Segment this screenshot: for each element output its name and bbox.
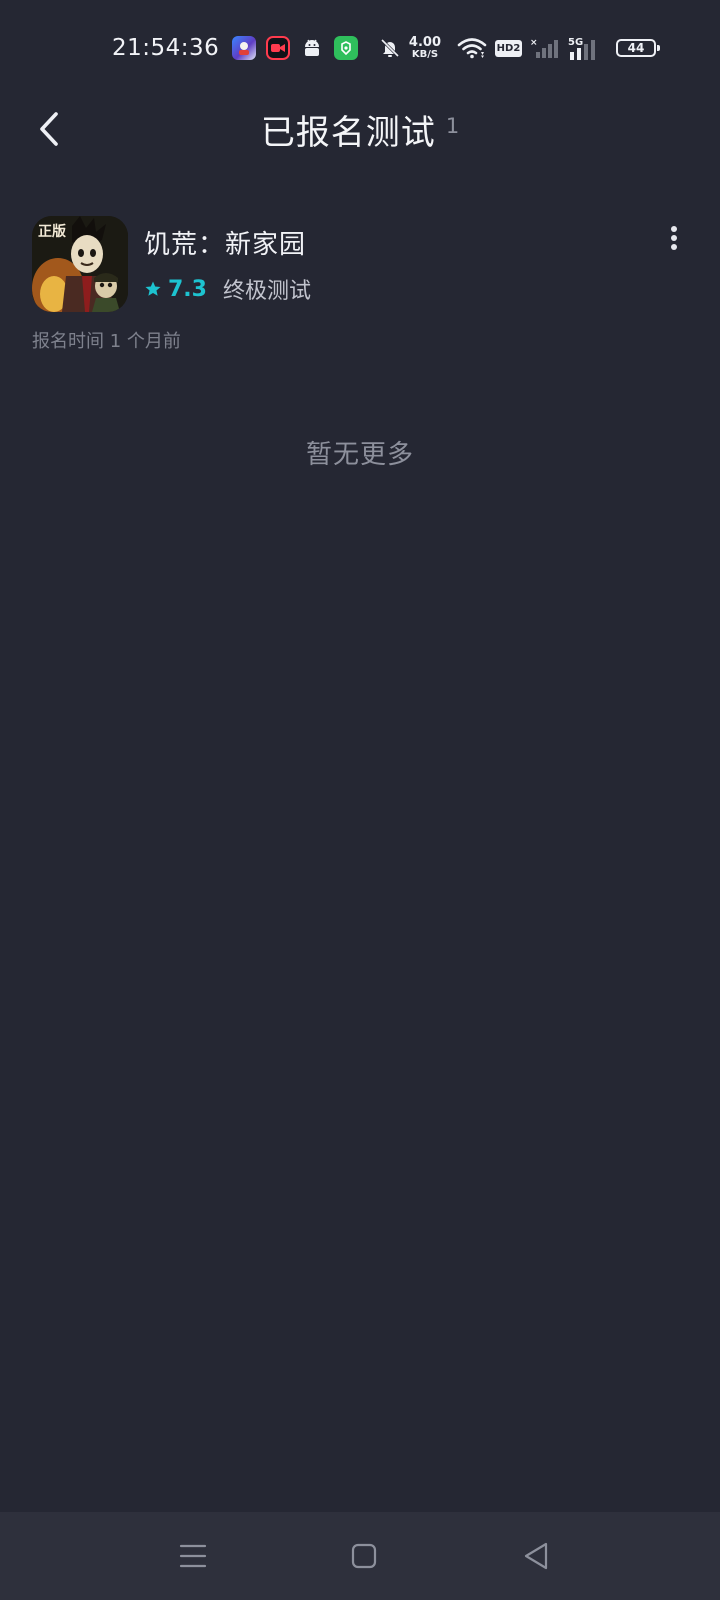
registered-tests-screen: 21:54:36 4.00 KB/S HD2 × 5G 44 已报名测试 1 正… — [0, 0, 720, 1600]
network-speed-value: 4.00 — [408, 35, 441, 50]
battery-level: 44 — [627, 41, 645, 55]
title-bar: 已报名测试 1 — [0, 96, 720, 162]
star-icon — [145, 281, 161, 296]
hd-icon: HD2 — [495, 39, 522, 57]
game-meta: 7.3 终极测试 — [144, 273, 311, 305]
nav-back-button[interactable] — [510, 1530, 562, 1582]
list-end-label: 暂无更多 — [305, 440, 414, 470]
status-app-icons — [232, 36, 368, 60]
status-time: 21:54:36 — [112, 35, 220, 61]
network-speed: 4.00 KB/S — [409, 36, 441, 60]
game-icon[interactable]: 正版 — [32, 216, 128, 312]
rating-value: 7.3 — [168, 276, 207, 302]
5g-signal-icon: 5G — [568, 35, 602, 61]
wifi-icon — [457, 37, 487, 59]
home-square-icon — [351, 1543, 377, 1569]
bell-off-icon — [379, 37, 401, 59]
more-vertical-icon — [671, 226, 677, 250]
menu-icon — [179, 1544, 207, 1568]
svg-text:×: × — [530, 38, 538, 48]
network-speed-unit: KB/S — [411, 49, 439, 60]
android-icon — [300, 36, 324, 60]
chevron-left-icon — [40, 112, 58, 146]
title-group: 已报名测试 1 — [0, 96, 720, 162]
hd-label: HD2 — [495, 39, 522, 57]
game-app-icon — [232, 36, 256, 60]
more-options-button[interactable] — [660, 220, 688, 256]
green-app-icon — [334, 36, 358, 60]
system-status-icons: 4.00 KB/S HD2 × 5G 44 — [371, 35, 660, 61]
home-button[interactable] — [338, 1530, 390, 1582]
game-list-item[interactable]: 正版 饥荒：新家园 7.3 终极测试 报名时间 1 个月前 — [32, 216, 688, 356]
network-type-label: 5G — [568, 37, 583, 48]
recent-apps-button[interactable] — [167, 1530, 219, 1582]
system-navigation-bar — [0, 1512, 720, 1600]
signup-time: 报名时间 1 个月前 — [32, 331, 181, 352]
back-button[interactable] — [24, 104, 74, 154]
status-bar: 21:54:36 4.00 KB/S HD2 × 5G 44 — [0, 0, 720, 96]
test-type-label: 终极测试 — [222, 279, 311, 304]
game-rating: 7.3 — [144, 277, 207, 302]
signal-icon: × — [530, 37, 560, 59]
battery-icon: 44 — [616, 39, 660, 57]
screen-recorder-icon — [266, 36, 290, 60]
game-icon-badge: 正版 — [38, 223, 66, 240]
back-triangle-icon — [524, 1542, 548, 1570]
page-title: 已报名测试 — [260, 112, 436, 153]
dont-starve-artwork: 正版 — [32, 216, 128, 312]
game-title[interactable]: 饥荒：新家园 — [144, 224, 306, 261]
title-count: 1 — [445, 114, 460, 138]
